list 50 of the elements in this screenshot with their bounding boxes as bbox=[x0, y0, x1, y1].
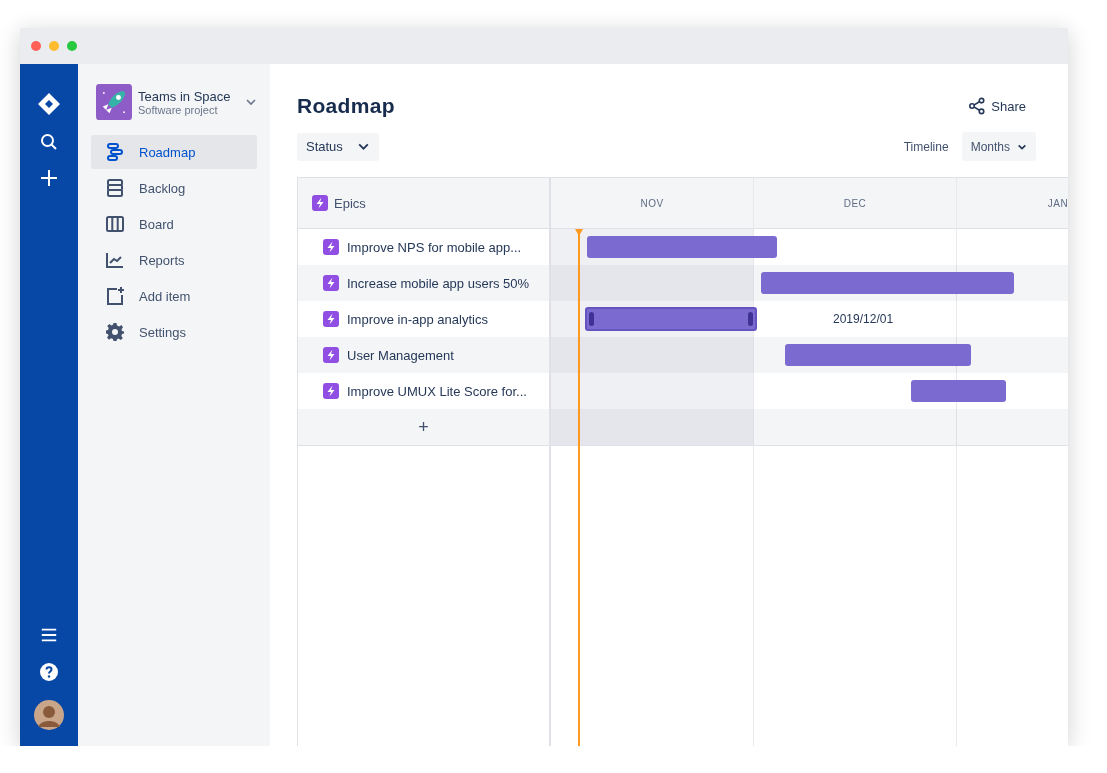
logo-icon[interactable] bbox=[37, 92, 61, 116]
gear-icon bbox=[105, 322, 125, 342]
epic-title[interactable]: Improve NPS for mobile app... bbox=[347, 239, 522, 255]
month-header: NOV bbox=[551, 178, 753, 229]
epic-bar[interactable] bbox=[585, 307, 757, 331]
help-icon[interactable] bbox=[39, 662, 59, 682]
search-icon[interactable] bbox=[39, 132, 59, 152]
sidebar-item[interactable]: Roadmap bbox=[91, 135, 257, 169]
page-title: Roadmap bbox=[297, 94, 395, 118]
sidebar-item[interactable]: Add item bbox=[91, 279, 257, 313]
lightning-icon bbox=[323, 311, 339, 327]
stack-icon bbox=[105, 178, 125, 198]
lightning-icon bbox=[323, 239, 339, 255]
lightning-icon bbox=[323, 347, 339, 363]
timeline-label: Timeline bbox=[903, 139, 949, 154]
timeline-scale-dropdown[interactable]: Months bbox=[961, 132, 1036, 161]
minimize-dot[interactable] bbox=[49, 41, 59, 51]
project-name: Teams in Space bbox=[138, 88, 232, 104]
plus-icon[interactable] bbox=[39, 168, 59, 188]
columns-icon bbox=[105, 214, 125, 234]
sidebar-item[interactable]: Board bbox=[91, 207, 257, 241]
chart-icon bbox=[105, 250, 125, 270]
resize-handle[interactable] bbox=[748, 312, 753, 326]
sidebar-item[interactable]: Backlog bbox=[91, 171, 257, 205]
resize-handle[interactable] bbox=[589, 312, 594, 326]
project-type: Software project bbox=[138, 103, 218, 116]
chevron-down-icon[interactable] bbox=[245, 96, 257, 108]
menu-icon[interactable] bbox=[40, 626, 58, 644]
column-header: Epics bbox=[334, 195, 366, 211]
sidebar-item[interactable]: Settings bbox=[91, 315, 257, 349]
month-header: JAN bbox=[957, 178, 1068, 229]
end-date-label: 2019/12/01 bbox=[833, 312, 894, 326]
epic-title[interactable]: User Management bbox=[347, 347, 454, 363]
month-header: DEC bbox=[754, 178, 956, 229]
lightning-icon bbox=[323, 275, 339, 291]
sidebar-item[interactable]: Reports bbox=[91, 243, 257, 277]
maximize-dot[interactable] bbox=[67, 41, 77, 51]
lightning-icon bbox=[312, 195, 328, 211]
add-page-icon bbox=[105, 286, 125, 306]
add-epic-button[interactable]: + bbox=[412, 416, 435, 438]
close-dot[interactable] bbox=[31, 41, 41, 51]
rocket-icon bbox=[96, 84, 132, 120]
avatar-icon[interactable] bbox=[34, 700, 64, 730]
share-button[interactable]: Share bbox=[968, 97, 1026, 115]
epic-title[interactable]: Improve in-app analytics bbox=[347, 311, 488, 327]
roadmap-icon bbox=[105, 142, 125, 162]
status-dropdown[interactable]: Status bbox=[297, 132, 379, 161]
epic-title[interactable]: Improve UMUX Lite Score for... bbox=[347, 383, 527, 399]
lightning-icon bbox=[323, 383, 339, 399]
share-icon bbox=[968, 97, 987, 115]
